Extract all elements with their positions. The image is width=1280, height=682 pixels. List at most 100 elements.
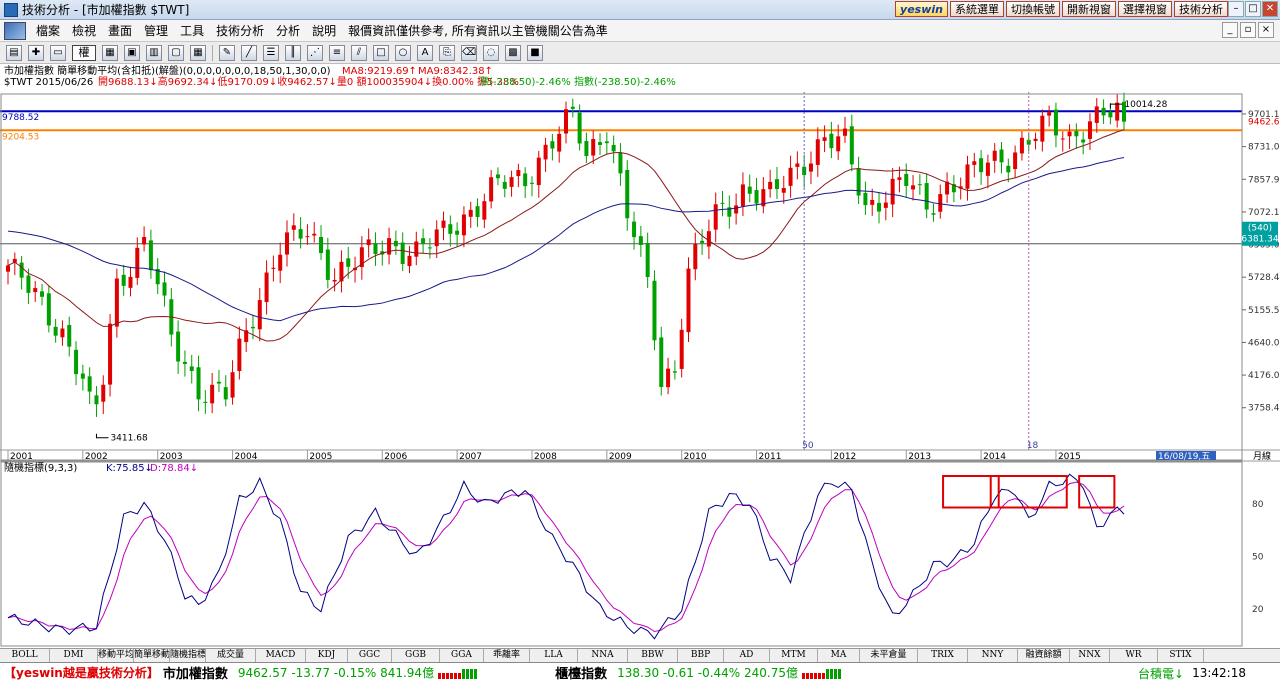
candle-body [1053, 109, 1058, 136]
indicator-tab[interactable]: GGA [440, 649, 484, 662]
indicator-tab[interactable]: BBW [628, 649, 678, 662]
maximize-icon[interactable]: □ [1245, 1, 1261, 17]
stock-ticker[interactable]: 台積電↓ [1138, 665, 1184, 682]
indicator-tab[interactable]: NNX [1070, 649, 1110, 662]
grid-icon[interactable]: ▦ [190, 44, 206, 61]
tech-analysis-button[interactable]: 技術分析 [1174, 1, 1228, 17]
draw-mode-icon[interactable]: ✎ [219, 44, 235, 61]
indicator-tab[interactable]: AD [724, 649, 770, 662]
chart-area[interactable]: 市加權指數 簡單移動平均(含扣抵)(解盤)(0,0,0,0,0,0,0,18,5… [0, 64, 1280, 648]
index1-name[interactable]: 市加權指數 [163, 663, 234, 682]
layout-icon[interactable]: ▭ [50, 44, 66, 61]
candle-body [441, 220, 446, 228]
indicator-tab[interactable]: 隨機指標 [170, 649, 206, 662]
select-window-button[interactable]: 選擇視窗 [1118, 1, 1172, 17]
indicator-tab[interactable]: NNA [578, 649, 628, 662]
low-label: 3411.68 [110, 434, 147, 444]
window-icon[interactable]: ▢ [168, 44, 184, 61]
menu-screen[interactable]: 畫面 [102, 22, 138, 39]
indicator-tab[interactable]: KDJ [306, 649, 348, 662]
indicator-tab[interactable]: 未平倉量 [860, 649, 918, 662]
copy-icon[interactable]: ⎘ [439, 44, 455, 61]
system-menu-button[interactable]: 系統選單 [950, 1, 1004, 17]
indicator-tab[interactable]: 乖離率 [484, 649, 530, 662]
kd-tick-label: 50 [1252, 553, 1264, 563]
menu-view[interactable]: 檢視 [66, 22, 102, 39]
chart-info-line1: 市加權指數 簡單移動平均(含扣抵)(解盤)(0,0,0,0,0,0,0,18,5… [4, 64, 331, 77]
save-chart-icon[interactable]: ▦ [102, 44, 118, 61]
candle-body [1108, 111, 1113, 118]
indicator-tab[interactable]: MACD [256, 649, 306, 662]
menu-tools[interactable]: 工具 [174, 22, 210, 39]
indicator-tab[interactable]: LLA [530, 649, 578, 662]
new-window-button[interactable]: 開新視窗 [1062, 1, 1116, 17]
indicator-tab[interactable]: STIX [1158, 649, 1204, 662]
candle-body [257, 300, 262, 330]
mdi-close-icon[interactable]: × [1258, 22, 1274, 38]
year-label: 2007 [459, 452, 482, 462]
close-icon[interactable]: ✕ [1262, 1, 1278, 17]
color-icon[interactable]: ▩ [505, 44, 521, 61]
cursor-tag-label: (540) [1248, 224, 1272, 234]
text-tool-icon[interactable]: A [417, 44, 433, 61]
indicator-tab[interactable]: 移動平均收 [98, 649, 134, 662]
fan-icon[interactable]: ⋰ [307, 44, 323, 61]
indicator-tab[interactable]: GGB [392, 649, 440, 662]
channel-icon[interactable]: ⫽ [351, 44, 367, 61]
weight-dropdown[interactable]: 權 [72, 44, 96, 61]
candle-body [1033, 138, 1038, 142]
menu-tech-analysis[interactable]: 技術分析 [210, 22, 270, 39]
mdi-restore-icon[interactable]: ▫ [1240, 22, 1256, 38]
indicator-tab[interactable]: WR [1110, 649, 1158, 662]
indicator-tab[interactable]: 融資餘額 [1018, 649, 1070, 662]
trend-line-icon[interactable]: ╱ [241, 44, 257, 61]
orange-line-label: 9204.53 [2, 132, 39, 142]
menu-help[interactable]: 說明 [306, 22, 342, 39]
ellipse-icon[interactable]: ○ [395, 44, 411, 61]
menu-manage[interactable]: 管理 [138, 22, 174, 39]
kd-label: 隨機指標(9,3,3) [4, 461, 77, 474]
yeswin-logo-button[interactable]: yeswin [895, 1, 948, 17]
crosshair-icon[interactable]: ✚ [28, 44, 44, 61]
rectangle-icon[interactable]: □ [373, 44, 389, 61]
indicator-tab[interactable]: NNY [968, 649, 1018, 662]
indicator-tab[interactable]: MTM [770, 649, 818, 662]
zoom-icon[interactable]: ▣ [124, 44, 140, 61]
fibonacci-icon[interactable]: ≡ [329, 44, 345, 61]
candle-body [1115, 102, 1120, 121]
floppy-save-icon[interactable]: ■ [527, 44, 543, 61]
indicator-tab[interactable]: 簡單移動平 [134, 649, 170, 662]
index2-name[interactable]: 櫃檯指數 [555, 663, 613, 682]
menu-file[interactable]: 檔案 [30, 22, 66, 39]
chart-svg[interactable]: 市加權指數 簡單移動平均(含扣抵)(解盤)(0,0,0,0,0,0,0,18,5… [0, 64, 1280, 648]
cursor-price-label: 6381.34 [1241, 235, 1278, 245]
minimize-icon[interactable]: – [1228, 1, 1244, 17]
candles [6, 92, 1126, 417]
candle-body [591, 139, 596, 156]
eraser-icon[interactable]: ⌫ [461, 44, 477, 61]
indicator-tab[interactable]: TRIX [918, 649, 968, 662]
hline-icon[interactable]: ☰ [263, 44, 279, 61]
indicator-tab[interactable]: GGC [348, 649, 392, 662]
candle-body [693, 243, 698, 270]
indicator-tab[interactable]: DMI [50, 649, 98, 662]
menu-analysis[interactable]: 分析 [270, 22, 306, 39]
indicator-tab[interactable]: MA [818, 649, 860, 662]
mdi-minimize-icon[interactable]: _ [1222, 22, 1238, 38]
candle-body [182, 361, 187, 364]
switch-account-button[interactable]: 切換帳號 [1006, 1, 1060, 17]
kd-tick-label: 20 [1252, 605, 1264, 615]
indicator-tab[interactable]: BBP [678, 649, 724, 662]
vline-icon[interactable]: ║ [285, 44, 301, 61]
candle-body [979, 158, 984, 173]
candle-body [216, 381, 221, 384]
candle-body [638, 236, 643, 245]
indicator-tab[interactable]: 成交量 [206, 649, 256, 662]
delete-icon[interactable]: ◌ [483, 44, 499, 61]
chart-type-icon[interactable]: ▤ [6, 44, 22, 61]
calc-icon[interactable]: ▥ [146, 44, 162, 61]
candle-body [325, 249, 330, 280]
price-tick-label: 8731.0 [1248, 143, 1280, 153]
candle-body [1067, 131, 1072, 137]
indicator-tab[interactable]: BOLL [0, 649, 50, 662]
